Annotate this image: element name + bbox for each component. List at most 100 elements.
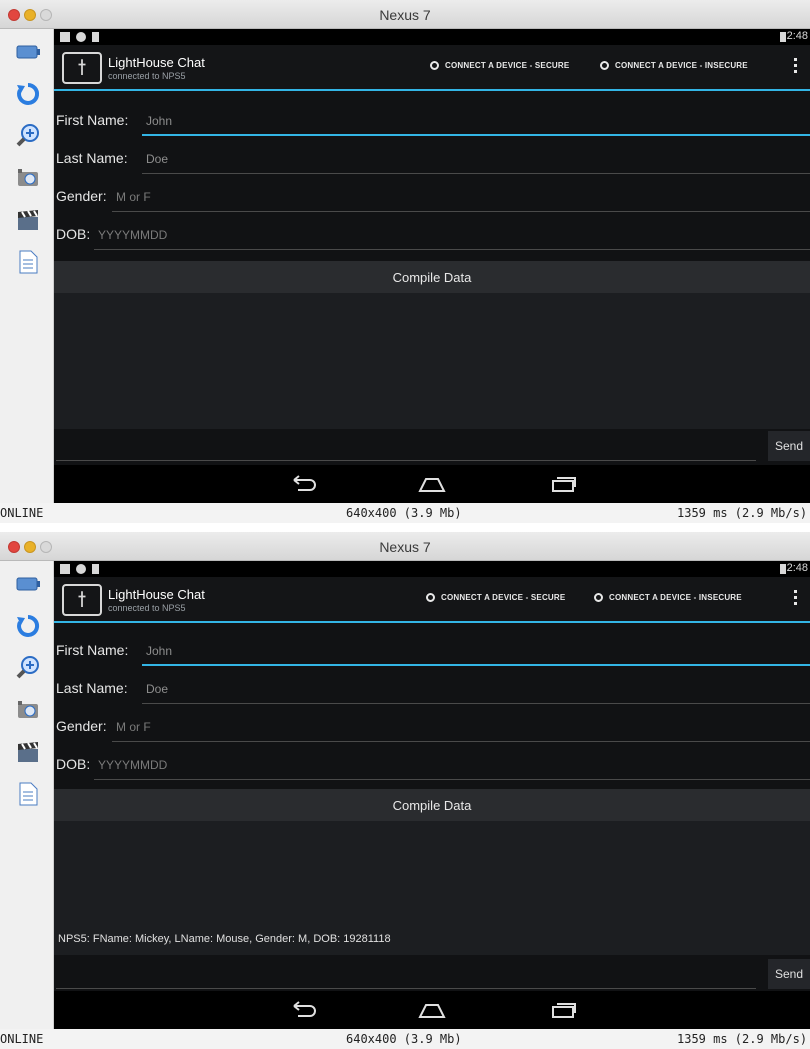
gender-row: Gender: [54,708,810,746]
compile-data-button[interactable]: Compile Data [54,261,810,293]
last-name-field[interactable] [142,146,810,174]
search-icon [594,593,603,603]
connect-insecure-label: CONNECT A DEVICE - INSECURE [609,593,742,602]
footer-latency: 1359 ms (2.9 Mb/s) [677,506,808,520]
message-input[interactable] [56,431,756,461]
navigation-bar [54,465,810,503]
window-titlebar[interactable]: Nexus 7 [0,532,810,561]
send-row: Send [54,957,810,991]
camera-icon[interactable] [15,697,41,723]
app-logo-icon[interactable] [62,584,102,616]
dob-row: DOB: [54,746,810,784]
zoom-in-icon[interactable] [15,655,41,681]
emulator-toolbar [0,29,54,503]
gender-label: Gender: [56,718,107,734]
first-name-row: First Name: [54,632,810,670]
connect-secure-label: CONNECT A DEVICE - SECURE [441,593,566,602]
dob-field[interactable] [94,752,810,780]
last-name-row: Last Name: [54,140,810,178]
search-icon [430,61,439,71]
device-screen: 2:48 LightHouse Chat connected to NPS5 C… [54,561,810,1029]
camera-icon[interactable] [15,165,41,191]
sd-card-icon [92,564,99,574]
document-icon[interactable] [15,781,41,807]
back-icon[interactable] [290,1000,318,1020]
send-row: Send [54,429,810,463]
connect-insecure-button[interactable]: CONNECT A DEVICE - INSECURE [600,61,748,71]
recent-apps-icon[interactable] [550,474,578,494]
back-icon[interactable] [290,474,318,494]
sd-card-icon [92,32,99,42]
footer-resolution: 640x400 (3.9 Mb) [346,506,462,520]
window-titlebar[interactable]: Nexus 7 [0,0,810,29]
app-subtitle: connected to NPS5 [108,71,186,81]
last-name-row: Last Name: [54,670,810,708]
last-name-label: Last Name: [56,680,128,696]
connect-secure-button[interactable]: CONNECT A DEVICE - SECURE [426,593,566,603]
emulator-window-2: Nexus 7 2:48 LightHouse Chat connected t… [0,532,810,1049]
footer-latency: 1359 ms (2.9 Mb/s) [677,1032,808,1046]
first-name-label: First Name: [56,642,129,658]
battery-icon[interactable] [15,571,41,597]
status-clock: 2:48 [786,30,808,42]
footer-status: ONLINE [0,506,44,520]
video-clapper-icon[interactable] [15,207,41,233]
first-name-input[interactable] [142,108,810,134]
message-input[interactable] [56,959,756,989]
gallery-icon [60,32,70,42]
chat-area: NPS5: FName: Mickey, LName: Mouse, Gende… [54,821,810,955]
dob-label: DOB: [56,226,91,242]
connect-secure-label: CONNECT A DEVICE - SECURE [445,61,570,70]
dob-label: DOB: [56,756,91,772]
last-name-field[interactable] [142,676,810,704]
gender-field[interactable] [112,184,810,212]
first-name-field[interactable] [142,638,810,666]
footer-resolution: 640x400 (3.9 Mb) [346,1032,462,1046]
app-subtitle: connected to NPS5 [108,603,186,613]
rotate-icon[interactable] [15,613,41,639]
dob-field[interactable] [94,222,810,250]
gender-input[interactable] [112,714,810,740]
send-button[interactable]: Send [768,959,810,989]
emulator-window-1: Nexus 7 2:48 LightHouse Chat connected t… [0,0,810,523]
notification-icon [76,32,86,42]
first-name-row: First Name: [54,102,810,140]
first-name-field[interactable] [142,108,810,136]
chat-area [54,293,810,429]
zoom-in-icon[interactable] [15,123,41,149]
home-icon[interactable] [418,474,446,494]
gender-input[interactable] [112,184,810,210]
last-name-input[interactable] [142,146,810,172]
last-name-label: Last Name: [56,150,128,166]
dob-input[interactable] [94,222,810,248]
video-clapper-icon[interactable] [15,739,41,765]
compile-data-button[interactable]: Compile Data [54,789,810,821]
dob-input[interactable] [94,752,810,778]
search-icon [426,593,435,603]
connect-secure-button[interactable]: CONNECT A DEVICE - SECURE [430,61,570,71]
gallery-icon [60,564,70,574]
window-title: Nexus 7 [379,7,431,23]
action-bar: LightHouse Chat connected to NPS5 CONNEC… [54,45,810,91]
chat-message: NPS5: FName: Mickey, LName: Mouse, Gende… [58,933,391,945]
document-icon[interactable] [15,249,41,275]
gender-field[interactable] [112,714,810,742]
overflow-menu-icon[interactable] [794,590,798,608]
first-name-input[interactable] [142,638,810,664]
overflow-menu-icon[interactable] [794,58,798,76]
send-button[interactable]: Send [768,431,810,461]
action-bar: LightHouse Chat connected to NPS5 CONNEC… [54,577,810,623]
recent-apps-icon[interactable] [550,1000,578,1020]
home-icon[interactable] [418,1000,446,1020]
last-name-input[interactable] [142,676,810,702]
rotate-icon[interactable] [15,81,41,107]
battery-status-icon [780,32,786,42]
battery-icon[interactable] [15,39,41,65]
gender-row: Gender: [54,178,810,216]
first-name-label: First Name: [56,112,129,128]
app-logo-icon[interactable] [62,52,102,84]
footer-status: ONLINE [0,1032,44,1046]
status-bar: 2:48 [54,29,810,45]
search-icon [600,61,609,71]
connect-insecure-button[interactable]: CONNECT A DEVICE - INSECURE [594,593,742,603]
